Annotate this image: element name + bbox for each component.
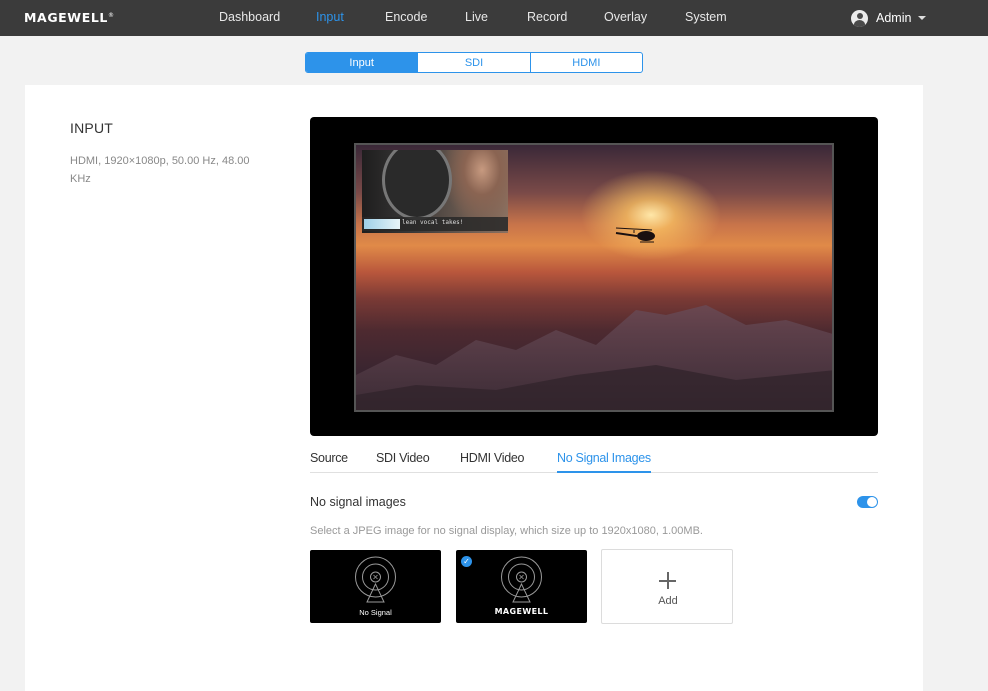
- pip-logo: [364, 219, 400, 229]
- no-signal-hint: Select a JPEG image for no signal displa…: [310, 525, 703, 537]
- video-frame: lean vocal takes!: [354, 143, 834, 412]
- tab-sdi-video[interactable]: SDI Video: [376, 451, 430, 473]
- chevron-down-icon: [918, 16, 927, 20]
- tab-hdmi-video[interactable]: HDMI Video: [460, 451, 524, 473]
- input-source-segmented-control: Input SDI HDMI: [305, 52, 643, 73]
- nav-item-dashboard[interactable]: Dashboard: [219, 10, 280, 24]
- top-nav-bar: MAGEWELL® Dashboard Input Encode Live Re…: [0, 0, 988, 36]
- thumbnail-caption: No Signal: [359, 608, 392, 617]
- nav-item-record[interactable]: Record: [527, 10, 567, 24]
- no-signal-antenna-icon: [355, 556, 396, 603]
- user-menu[interactable]: Admin: [851, 9, 927, 27]
- nav-item-system[interactable]: System: [685, 10, 727, 24]
- nav-item-live[interactable]: Live: [465, 10, 488, 24]
- segment-sdi[interactable]: SDI: [418, 53, 531, 72]
- pip-caption-text: lean vocal takes!: [402, 219, 464, 226]
- settings-subtabs: Source SDI Video HDMI Video No Signal Im…: [310, 451, 878, 473]
- user-avatar-icon: [851, 9, 868, 27]
- input-signal-info: HDMI, 1920×1080p, 50.00 Hz, 48.00 KHz: [70, 155, 250, 185]
- no-signal-antenna-icon: [501, 556, 542, 603]
- mountain-silhouette: [356, 305, 832, 410]
- segment-input[interactable]: Input: [306, 53, 419, 72]
- nav-item-overlay[interactable]: Overlay: [604, 10, 647, 24]
- helicopter-shape: [615, 227, 655, 243]
- no-signal-images-toggle[interactable]: [857, 496, 878, 508]
- picture-in-picture-overlay: lean vocal takes!: [362, 150, 508, 233]
- add-image-button[interactable]: Add: [601, 549, 733, 624]
- no-signal-image-thumbnail[interactable]: No Signal: [310, 550, 441, 623]
- no-signal-images-label: No signal images: [310, 495, 406, 509]
- plus-icon: [659, 572, 676, 589]
- magewell-image-thumbnail[interactable]: MAGEWELL ✓: [456, 550, 587, 623]
- add-image-label: Add: [658, 595, 678, 607]
- selected-check-icon: ✓: [461, 556, 472, 567]
- section-title: INPUT: [70, 120, 113, 136]
- video-preview: lean vocal takes!: [310, 117, 878, 436]
- brand-logo[interactable]: MAGEWELL®: [24, 10, 114, 25]
- thumbnail-caption: MAGEWELL: [494, 607, 549, 616]
- tab-source[interactable]: Source: [310, 451, 348, 473]
- user-name: Admin: [876, 11, 912, 25]
- pip-caption-bar: lean vocal takes!: [362, 217, 508, 231]
- microphone-shape: [382, 150, 452, 220]
- segment-hdmi[interactable]: HDMI: [531, 53, 642, 72]
- tab-no-signal-images[interactable]: No Signal Images: [557, 451, 651, 473]
- nav-item-input[interactable]: Input: [316, 10, 344, 24]
- nav-item-encode[interactable]: Encode: [385, 10, 427, 24]
